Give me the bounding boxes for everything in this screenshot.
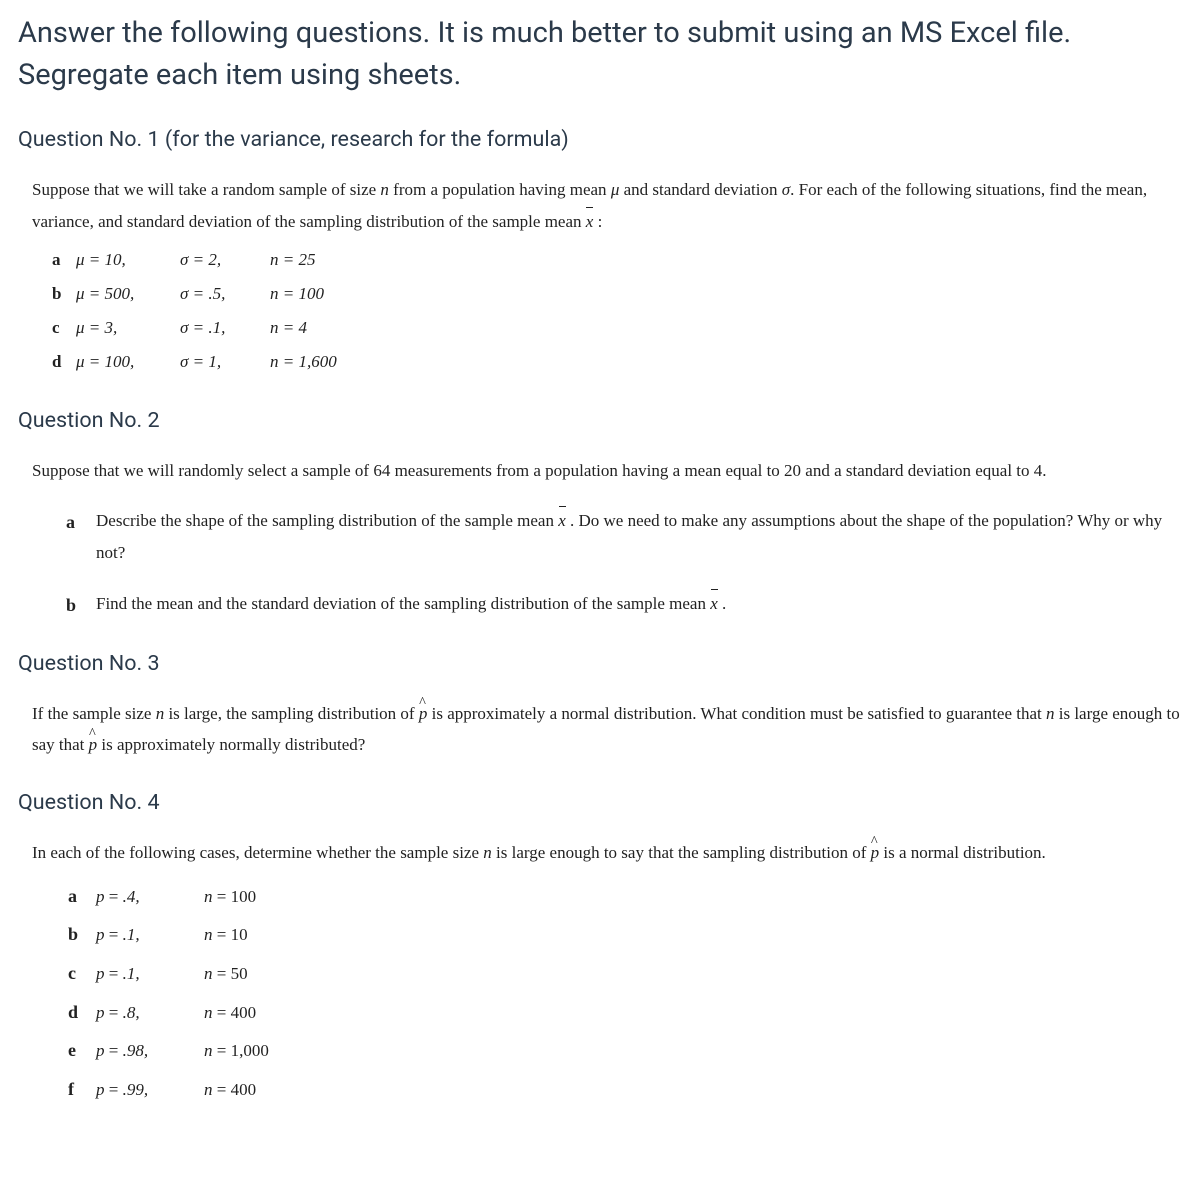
q4-e-label: e (68, 1031, 96, 1070)
q2-item-a: a Describe the shape of the sampling dis… (66, 505, 1182, 570)
q1-c-n: n = 4 (270, 318, 307, 337)
q4-f-n: 400 (231, 1080, 257, 1099)
q3-e: is approximately normally distributed? (97, 735, 365, 754)
q1-list: a μ = 10, σ = 2, n = 25 b μ = 500, σ = .… (52, 243, 1182, 379)
q2-sublist: a Describe the shape of the sampling dis… (66, 505, 1182, 622)
q4-d-n: 400 (231, 1003, 257, 1022)
q1-row-a: a μ = 10, σ = 2, n = 25 (52, 243, 1182, 277)
q1-d-n: n = 1,600 (270, 352, 337, 371)
q4-intro-b: is large enough to say that the sampling… (492, 843, 871, 862)
q1-c-label: c (52, 311, 76, 345)
q4-row-f: f p = .99, n = 400 (68, 1070, 1182, 1109)
q2-item-b: b Find the mean and the standard deviati… (66, 588, 1182, 622)
q2-a-pre: Describe the shape of the sampling distr… (96, 511, 558, 530)
q1-intro-e: : (598, 212, 603, 231)
q4-d-label: d (68, 993, 96, 1032)
q4-row-e: e p = .98, n = 1,000 (68, 1031, 1182, 1070)
q1-c-sig: σ = .1, (180, 318, 225, 337)
q3-header: Question No. 3 (18, 648, 1182, 680)
q4-e-n: 1,000 (231, 1041, 269, 1060)
q1-row-c: c μ = 3, σ = .1, n = 4 (52, 311, 1182, 345)
q1-intro-a: Suppose that we will take a random sampl… (32, 180, 380, 199)
q4-c-label: c (68, 954, 96, 993)
q4-header: Question No. 4 (18, 787, 1182, 819)
q3-body: If the sample size n is large, the sampl… (32, 698, 1182, 761)
q1-intro: Suppose that we will take a random sampl… (32, 174, 1182, 237)
q2-header: Question No. 2 (18, 405, 1182, 437)
q1-intro-c: and standard deviation (619, 180, 781, 199)
q4-intro: In each of the following cases, determin… (32, 837, 1182, 868)
q1-b-label: b (52, 277, 76, 311)
q4-a-n: 100 (231, 887, 257, 906)
q4-intro-a: In each of the following cases, determin… (32, 843, 483, 862)
q3-b: is large, the sampling distribution of (164, 704, 419, 723)
q4-f-p: .99, (123, 1080, 149, 1099)
q1-row-b: b μ = 500, σ = .5, n = 100 (52, 277, 1182, 311)
q1-row-d: d μ = 100, σ = 1, n = 1,600 (52, 345, 1182, 379)
q1-intro-b: from a population having mean (389, 180, 611, 199)
q4-row-d: d p = .8, n = 400 (68, 993, 1182, 1032)
q4-row-a: a p = .4, n = 100 (68, 877, 1182, 916)
q2-intro: Suppose that we will randomly select a s… (32, 455, 1182, 486)
q1-d-mu: μ = 100, (76, 352, 134, 371)
q4-b-label: b (68, 915, 96, 954)
q4-e-p: .98, (123, 1041, 149, 1060)
q4-row-b: b p = .1, n = 10 (68, 915, 1182, 954)
q2-b-post: . (722, 594, 726, 613)
q1-a-mu: μ = 10, (76, 250, 126, 269)
q1-b-sig: σ = .5, (180, 284, 225, 303)
q4-c-n: 50 (231, 964, 248, 983)
q4-a-p: .4, (123, 887, 140, 906)
q1-c-mu: μ = 3, (76, 318, 117, 337)
q4-b-p: .1, (123, 925, 140, 944)
q1-header: Question No. 1 (for the variance, resear… (18, 124, 1182, 156)
q4-b-n: 10 (231, 925, 248, 944)
q1-b-n: n = 100 (270, 284, 324, 303)
q2-b-pre: Find the mean and the standard deviation… (96, 594, 710, 613)
q1-a-label: a (52, 243, 76, 277)
q1-a-sig: σ = 2, (180, 250, 221, 269)
q3-c: is approximately a normal distribution. … (427, 704, 1046, 723)
q4-row-c: c p = .1, n = 50 (68, 954, 1182, 993)
q1-d-sig: σ = 1, (180, 352, 221, 371)
q1-b-mu: μ = 500, (76, 284, 134, 303)
q4-a-label: a (68, 877, 96, 916)
page-title: Answer the following questions. It is mu… (18, 12, 1182, 96)
q1-d-label: d (52, 345, 76, 379)
q2-intro-text: Suppose that we will randomly select a s… (32, 455, 1182, 486)
q4-intro-c: is a normal distribution. (879, 843, 1046, 862)
q4-f-label: f (68, 1070, 96, 1109)
q4-d-p: .8, (123, 1003, 140, 1022)
q4-list: a p = .4, n = 100 b p = .1, n = 10 c p =… (68, 877, 1182, 1109)
q4-c-p: .1, (123, 964, 140, 983)
q1-a-n: n = 25 (270, 250, 315, 269)
